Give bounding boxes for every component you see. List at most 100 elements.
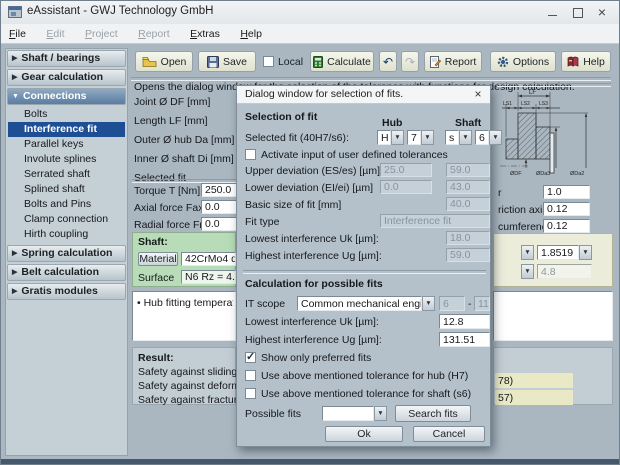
sidebar-item-bolts[interactable]: Bolts	[8, 107, 125, 122]
report-button[interactable]: Report	[424, 51, 482, 72]
sidebar-item-bolts-and-pins[interactable]: Bolts and Pins	[8, 197, 125, 212]
close-button[interactable]: ×	[591, 4, 613, 21]
shaft-section-panel: Shaft: Material 42CrMo4 quench Surface N…	[132, 232, 236, 287]
calc-highest-interference-input[interactable]: 131.51	[439, 332, 490, 347]
calculate-button[interactable]: Calculate	[310, 51, 374, 72]
hub-grade-field[interactable]: 7	[407, 130, 421, 145]
hub-letter-field[interactable]: H	[377, 130, 391, 145]
shaft-letter-field[interactable]: s	[445, 130, 459, 145]
sidebar: ▶Shaft / bearings ▶Gear calculation ▼ Con…	[5, 48, 128, 456]
dialog-close-button[interactable]: ×	[471, 87, 485, 101]
hub-material-combo-arrow[interactable]: ▼	[521, 245, 534, 260]
gear-icon	[497, 56, 509, 68]
help-button[interactable]: Help	[561, 51, 611, 72]
fit-section-header: Selection of fit	[245, 111, 317, 123]
calculate-label: Calculate	[327, 56, 371, 68]
local-checkbox[interactable]	[263, 56, 274, 67]
axial-force-input[interactable]: 0.0	[201, 200, 237, 214]
sidebar-section-label: Connections	[23, 90, 87, 102]
fit-type-label: Fit type	[245, 216, 279, 228]
hub-tolerance-checkbox[interactable]	[245, 370, 256, 381]
lowest-interference-label: Lowest interference Uk [µm]:	[245, 233, 379, 245]
hub-modulus-field[interactable]: 1.8519	[537, 245, 579, 260]
shaft-tolerance-checkbox[interactable]	[245, 388, 256, 399]
possible-fits-select[interactable]	[322, 406, 374, 421]
sidebar-item-clamp-connection[interactable]: Clamp connection	[8, 212, 125, 227]
shaft-column-header: Shaft	[455, 117, 481, 129]
search-fits-button[interactable]: Search fits	[395, 405, 471, 422]
sidebar-item-interference-fit[interactable]: Interference fit	[8, 122, 125, 137]
sidebar-section-spring-calculation[interactable]: ▶Spring calculation	[7, 245, 126, 262]
sidebar-item-serrated-shaft[interactable]: Serrated shaft	[8, 167, 125, 182]
possible-fits-combo-arrow[interactable]: ▼	[374, 406, 387, 421]
cancel-button[interactable]: Cancel	[413, 426, 485, 442]
material-value-field[interactable]: 42CrMo4 quench	[181, 252, 236, 266]
undo-button[interactable]: ↶	[379, 51, 397, 72]
user-tolerance-checkbox[interactable]	[245, 149, 256, 160]
torque-input[interactable]: 250.0	[201, 183, 237, 197]
redo-button[interactable]: ↷	[401, 51, 419, 72]
hub-surface-combo-arrow[interactable]: ▼	[521, 264, 534, 279]
sidebar-section-gear-calculation[interactable]: ▶Gear calculation	[7, 69, 126, 86]
it-scope-combo-arrow[interactable]: ▼	[422, 296, 435, 311]
open-button[interactable]: Open	[135, 51, 193, 72]
shaft-letter-combo-arrow[interactable]: ▼	[459, 130, 472, 145]
save-button[interactable]: Save	[198, 51, 256, 72]
joint-diameter-label: Joint Ø DF [mm]	[134, 96, 210, 108]
radial-force-input[interactable]: 0.0	[201, 217, 237, 231]
hub-shaft-drawing: LF LS1 LS2 LS3 ØDF ØDa3 ØDa2	[498, 87, 613, 179]
surface-value-field[interactable]: N6 Rz = 4.8	[181, 270, 236, 284]
hub-grade-combo-arrow[interactable]: ▼	[421, 130, 434, 145]
friction-axial-input[interactable]: 0.12	[543, 202, 590, 216]
calc-highest-interference-label: Highest interference Ug [µm]:	[245, 334, 382, 346]
basic-size-field: 40.0	[446, 197, 490, 211]
sidebar-section-shaft-bearings[interactable]: ▶Shaft / bearings	[7, 50, 126, 67]
shaft-grade-field[interactable]: 6	[475, 130, 489, 145]
message-text: • Hub fitting temperature excee	[137, 297, 233, 309]
menu-report: Report	[130, 25, 178, 44]
sidebar-item-splined-shaft[interactable]: Splined shaft	[8, 182, 125, 197]
undo-icon: ↶	[383, 55, 393, 69]
possible-fits-label: Possible fits	[245, 408, 301, 420]
chevron-down-icon: ▼	[12, 89, 19, 104]
app-icon	[8, 6, 22, 18]
dim-label-ls2: LS2	[521, 101, 530, 107]
menu-extras[interactable]: Extras	[182, 25, 228, 44]
application-factor-input[interactable]: 1.0	[543, 185, 590, 199]
local-checkbox-group[interactable]: Local	[261, 51, 305, 72]
preferred-fits-checkbox[interactable]	[245, 352, 256, 363]
menu-edit: Edit	[38, 25, 72, 44]
sidebar-section-belt-calculation[interactable]: ▶Belt calculation	[7, 264, 126, 281]
sidebar-item-parallel-keys[interactable]: Parallel keys	[8, 137, 125, 152]
sidebar-item-involute-splines[interactable]: Involute splines	[8, 152, 125, 167]
ok-button[interactable]: Ok	[325, 426, 403, 442]
result-value-fragment: 78)	[495, 373, 573, 388]
options-button[interactable]: Options	[490, 51, 556, 72]
options-label: Options	[513, 56, 549, 68]
message-box-right	[493, 291, 613, 341]
hub-letter-combo-arrow[interactable]: ▼	[391, 130, 404, 145]
user-tolerance-label: Activate input of user defined tolerance…	[261, 149, 448, 161]
minimize-button[interactable]	[541, 4, 563, 21]
hub-modulus-combo-arrow[interactable]: ▼	[579, 245, 592, 260]
sidebar-section-gratis-modules[interactable]: ▶Gratis modules	[7, 283, 126, 300]
app-window: eAssistant - GWJ Technology GmbH × File …	[0, 0, 620, 465]
sidebar-item-hirth-coupling[interactable]: Hirth coupling	[8, 227, 125, 242]
upper-deviation-hub-field: 25.0	[380, 163, 432, 177]
menu-help[interactable]: Help	[232, 25, 270, 44]
preferred-fits-label: Show only preferred fits	[261, 352, 371, 364]
sidebar-section-label: Gear calculation	[21, 71, 103, 83]
material-button[interactable]: Material	[138, 252, 178, 266]
calc-lowest-interference-input[interactable]: 12.8	[439, 314, 490, 329]
save-diskette-icon	[207, 56, 219, 68]
shaft-grade-combo-arrow[interactable]: ▼	[489, 130, 502, 145]
menu-file[interactable]: File	[1, 25, 34, 44]
dim-label-ls1: LS1	[503, 101, 512, 107]
local-label: Local	[278, 56, 303, 68]
friction-circumference-input[interactable]: 0.12	[543, 219, 590, 233]
sidebar-section-connections[interactable]: ▼ Connections	[7, 88, 126, 105]
hub-section-panel: ▼ 1.8519 ▼ ▼ 4.8	[493, 233, 613, 287]
it-scope-select[interactable]: Common mechanical engineering	[297, 296, 422, 311]
maximize-button[interactable]	[567, 4, 589, 21]
result-panel-right: 78) 57)	[493, 347, 613, 405]
